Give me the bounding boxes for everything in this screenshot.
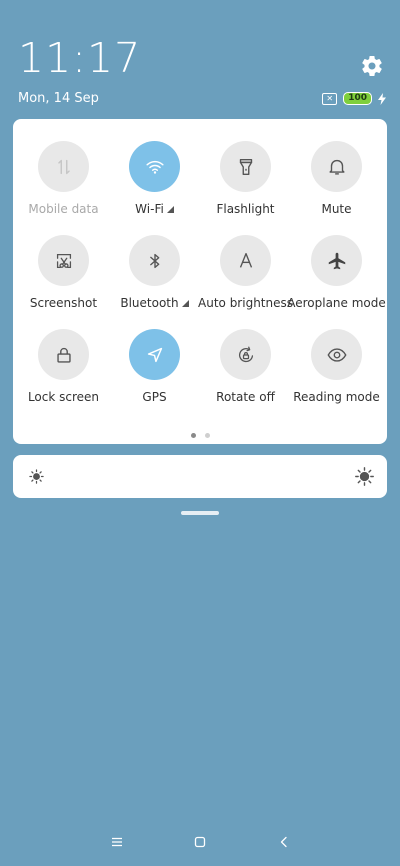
signal-triangle-icon: [166, 206, 174, 213]
tile-auto-brightness[interactable]: Auto brightness: [198, 235, 293, 310]
auto-brightness-icon: [239, 252, 252, 268]
quick-settings-panel: Mobile data Wi-Fi Flashlight Mute Screen…: [13, 119, 387, 444]
flashlight-icon: [239, 158, 252, 175]
tile-aeroplane-mode[interactable]: Aeroplane mode: [287, 235, 386, 310]
tile-mobile-data[interactable]: Mobile data: [18, 141, 109, 216]
tile-label: Wi-Fi: [135, 202, 164, 216]
quick-tiles-grid: Mobile data Wi-Fi Flashlight Mute Screen…: [13, 141, 392, 404]
back-button[interactable]: [274, 832, 294, 852]
tile-label: Lock screen: [27, 390, 100, 404]
lock-icon: [56, 347, 71, 363]
tile-label: GPS: [142, 390, 167, 404]
tile-mute[interactable]: Mute: [291, 141, 382, 216]
tile-flashlight[interactable]: Flashlight: [200, 141, 291, 216]
tile-wifi[interactable]: Wi-Fi: [109, 141, 200, 216]
gps-icon: [147, 347, 162, 362]
clock: 11:17: [18, 34, 142, 82]
home-button[interactable]: [190, 832, 210, 852]
tile-lock-screen[interactable]: Lock screen: [18, 329, 109, 404]
navigation-bar: [0, 832, 400, 852]
gear-icon[interactable]: [360, 54, 384, 78]
rotate-lock-icon: [238, 346, 253, 362]
page-dot-1[interactable]: [190, 433, 196, 438]
tile-bluetooth[interactable]: Bluetooth: [109, 235, 200, 310]
airplane-icon: [328, 252, 345, 269]
tile-label: Aeroplane mode: [287, 296, 386, 310]
menu-button[interactable]: [107, 832, 127, 852]
page-indicator: [13, 433, 387, 438]
notification-shade: 11:17 Mon, 14 Sep ✕ 100 Mobile data Wi-F…: [0, 0, 400, 866]
tile-screenshot[interactable]: Screenshot: [18, 235, 109, 310]
tile-label: Mobile data: [28, 202, 99, 216]
tile-label: Reading mode: [293, 390, 380, 404]
mobile-data-icon: [57, 159, 70, 174]
status-icons: ✕ 100: [322, 92, 386, 105]
sim-x-icon: ✕: [322, 92, 338, 105]
date-label: Mon, 14 Sep: [18, 91, 99, 106]
drag-handle[interactable]: [181, 511, 219, 515]
wifi-icon: [145, 160, 164, 174]
bolt-icon: [378, 92, 386, 105]
signal-triangle-icon: [181, 300, 189, 307]
bluetooth-icon: [149, 253, 159, 268]
menu-icon: [112, 837, 122, 847]
eye-icon: [327, 347, 346, 362]
battery-indicator: 100: [343, 92, 372, 105]
tile-label: Auto brightness: [198, 296, 293, 310]
bell-icon: [328, 159, 345, 175]
brightness-slider[interactable]: [13, 455, 387, 498]
tile-rotate-off[interactable]: Rotate off: [200, 329, 291, 404]
sun-small-icon: [29, 469, 44, 484]
home-icon: [194, 836, 206, 848]
tile-reading-mode[interactable]: Reading mode: [291, 329, 382, 404]
tile-label: Screenshot: [29, 296, 98, 310]
tile-label: Rotate off: [216, 390, 275, 404]
sun-large-icon: [355, 467, 374, 486]
screenshot-icon: [56, 253, 71, 268]
tile-label: Mute: [321, 202, 352, 216]
tile-label: Flashlight: [216, 202, 275, 216]
tile-gps[interactable]: GPS: [109, 329, 200, 404]
back-icon: [280, 836, 287, 848]
tile-label: Bluetooth: [120, 296, 179, 310]
page-dot-2[interactable]: [204, 433, 210, 438]
